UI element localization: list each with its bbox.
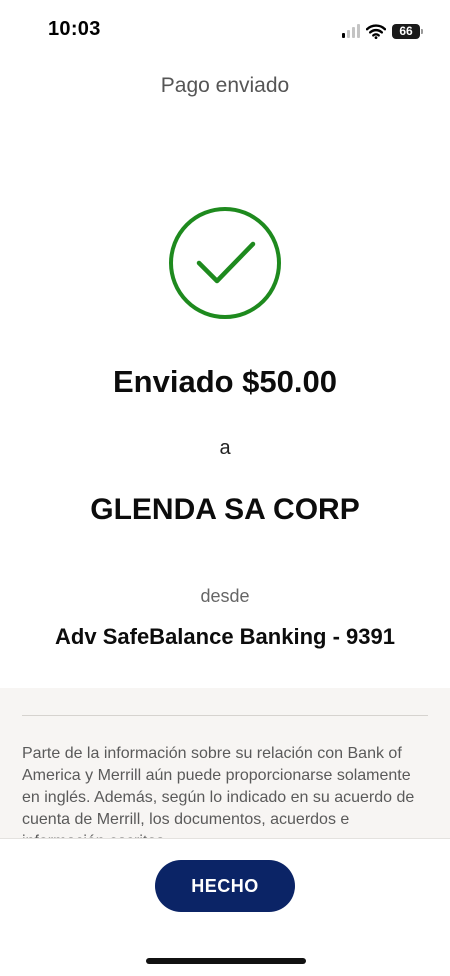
disclosure-text: Parte de la información sobre su relació… [22, 745, 415, 838]
recipient-name: GLENDA SA CORP [90, 493, 360, 526]
status-bar: 10:03 66 [0, 0, 450, 60]
done-button[interactable]: HECHO [155, 860, 295, 912]
checkmark-circle-icon [169, 207, 281, 319]
battery-level: 66 [399, 24, 413, 38]
page-title: Pago enviado [160, 74, 290, 97]
cellular-signal-icon [342, 24, 360, 38]
disclosure-panel[interactable]: Parte de la información sobre su relació… [0, 688, 450, 838]
source-account: Adv SafeBalance Banking - 9391 [55, 624, 395, 649]
status-icons: 66 [342, 20, 423, 42]
bottom-bar: HECHO [0, 838, 450, 976]
battery-icon: 66 [392, 23, 423, 39]
to-label: a [219, 437, 231, 459]
divider [22, 715, 428, 716]
status-time: 10:03 [48, 18, 101, 40]
wifi-icon [366, 23, 386, 39]
from-label: desde [200, 586, 250, 606]
home-indicator[interactable] [146, 958, 306, 964]
sent-amount: Enviado $50.00 [112, 364, 337, 399]
